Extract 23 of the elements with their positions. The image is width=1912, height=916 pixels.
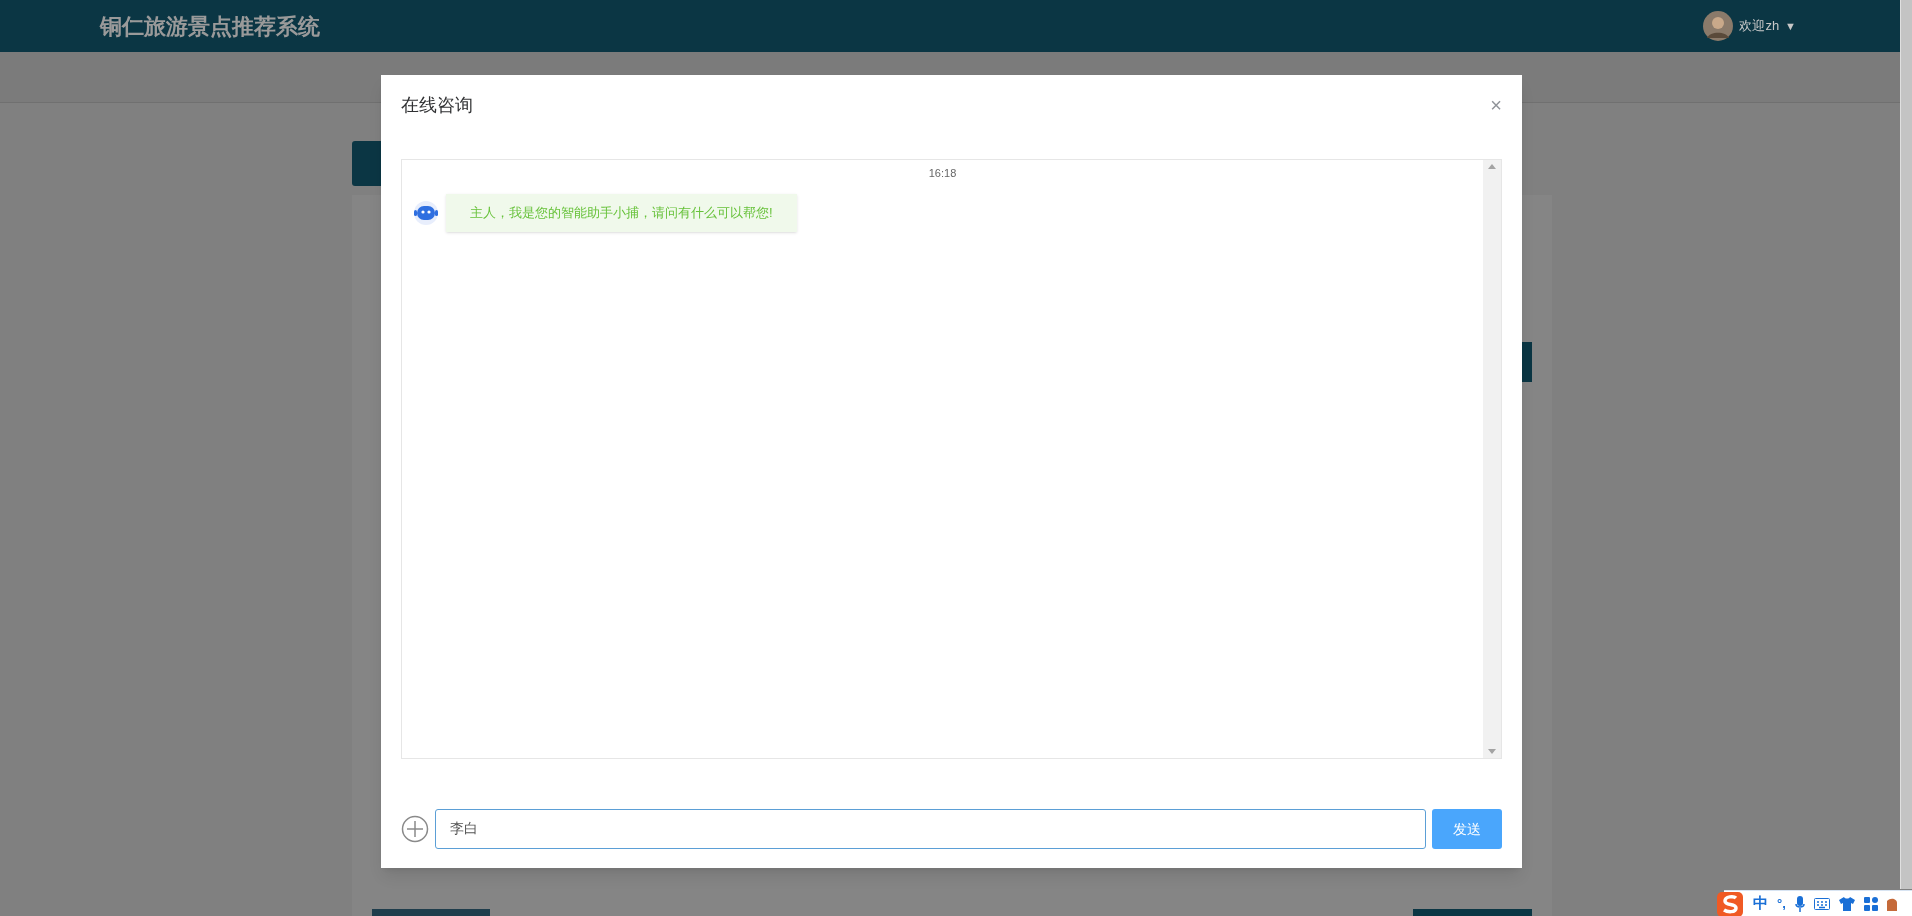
add-icon[interactable] <box>401 815 429 843</box>
send-button[interactable]: 发送 <box>1432 809 1502 849</box>
page-scrollbar[interactable] <box>1900 0 1912 889</box>
shirt-icon[interactable] <box>1838 896 1855 911</box>
caret-icon[interactable]: ▼ <box>1785 17 1796 35</box>
dialog-title: 在线咨询 <box>401 93 473 117</box>
ime-logo-icon[interactable] <box>1716 890 1744 916</box>
ime-language[interactable]: 中 <box>1753 892 1768 915</box>
scroll-up-icon[interactable] <box>1488 164 1496 169</box>
message-input[interactable]: 李白 <box>435 809 1426 849</box>
keyboard-icon[interactable] <box>1813 897 1830 910</box>
grid-icon[interactable] <box>1863 896 1878 911</box>
avatar-icon <box>1703 11 1734 41</box>
robot-icon <box>412 198 440 227</box>
microphone-icon[interactable] <box>1794 895 1805 912</box>
scroll-down-icon[interactable] <box>1488 749 1496 754</box>
user-greeting[interactable]: 欢迎zh <box>1739 16 1780 36</box>
scrollbar[interactable] <box>1483 160 1501 758</box>
ime-punctuation[interactable]: °, <box>1777 893 1786 914</box>
site-title: 铜仁旅游景点推荐系统 <box>100 12 320 41</box>
close-button[interactable]: × <box>1490 95 1502 115</box>
message-time: 16:18 <box>928 167 957 179</box>
message-bubble: 主人，我是您的智能助手小捕，请问有什么可以帮您! <box>446 194 797 232</box>
